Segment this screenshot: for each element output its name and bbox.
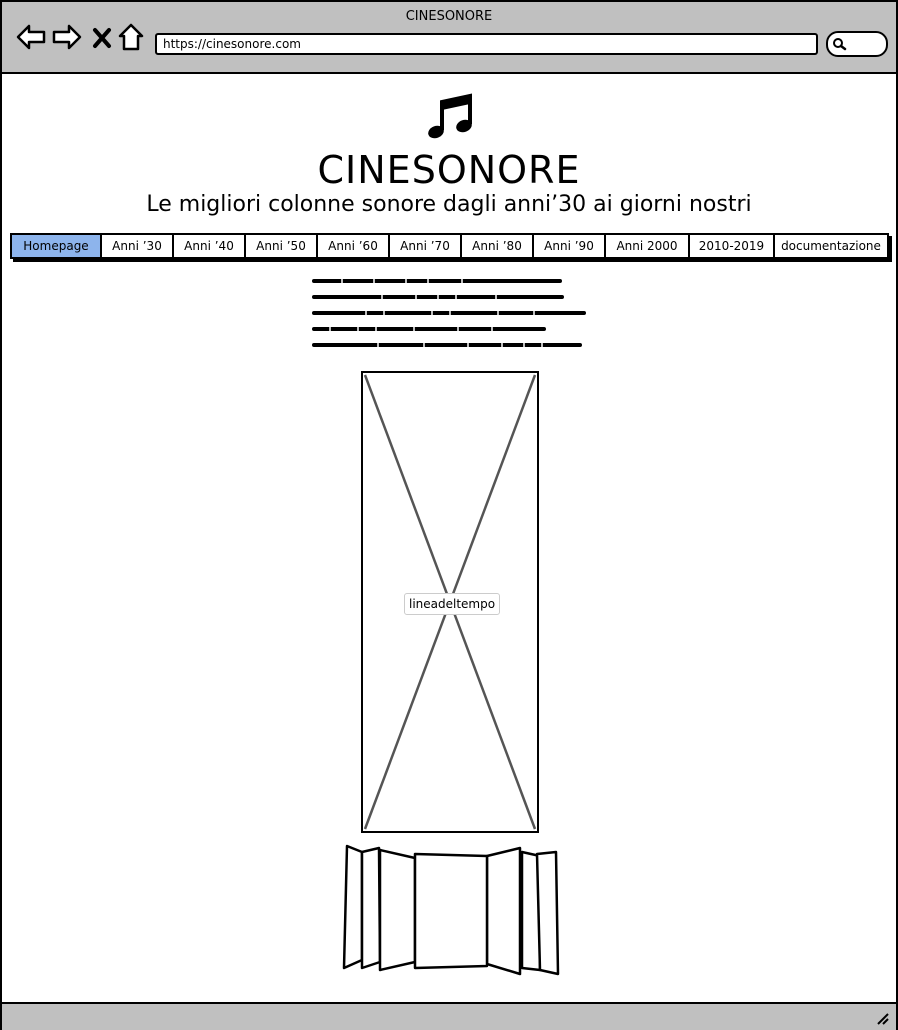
tab-anni-60[interactable]: Anni ’60 xyxy=(318,235,390,257)
browser-window: CINESONORE https://cinesonore.com CINESO… xyxy=(0,0,898,1030)
cover-flow-carousel[interactable] xyxy=(342,842,562,978)
tab-anni-2000[interactable]: Anni 2000 xyxy=(606,235,690,257)
tab-anni-90[interactable]: Anni ’90 xyxy=(534,235,606,257)
resize-grip-icon[interactable] xyxy=(876,1012,890,1026)
tab-anni-80[interactable]: Anni ’80 xyxy=(462,235,534,257)
forward-arrow-icon[interactable] xyxy=(52,22,82,52)
tab-anni-70[interactable]: Anni ’70 xyxy=(390,235,462,257)
close-icon[interactable] xyxy=(91,22,113,52)
music-note-icon xyxy=(428,93,472,139)
tab-anni-50[interactable]: Anni ’50 xyxy=(246,235,318,257)
tab-homepage[interactable]: Homepage xyxy=(12,235,102,257)
placeholder-text-block xyxy=(312,277,586,349)
browser-statusbar xyxy=(2,1002,896,1030)
search-icon xyxy=(833,38,847,51)
search-field[interactable] xyxy=(826,31,888,57)
image-placeholder-label: lineadeltempo xyxy=(404,593,501,615)
back-arrow-icon[interactable] xyxy=(16,22,46,52)
tab-2010-2019[interactable]: 2010-2019 xyxy=(690,235,775,257)
browser-titlebar: CINESONORE https://cinesonore.com xyxy=(2,2,896,74)
tab-anni-30[interactable]: Anni ’30 xyxy=(102,235,174,257)
tab-documentazione[interactable]: documentazione xyxy=(775,235,887,257)
site-title: CINESONORE xyxy=(317,148,581,192)
site-tagline: Le migliori colonne sonore dagli anni’30… xyxy=(146,192,752,217)
address-bar[interactable]: https://cinesonore.com xyxy=(155,33,818,55)
tab-anni-40[interactable]: Anni ’40 xyxy=(174,235,246,257)
nav-tabs: Homepage Anni ’30 Anni ’40 Anni ’50 Anni… xyxy=(10,233,889,259)
home-icon[interactable] xyxy=(118,22,144,52)
